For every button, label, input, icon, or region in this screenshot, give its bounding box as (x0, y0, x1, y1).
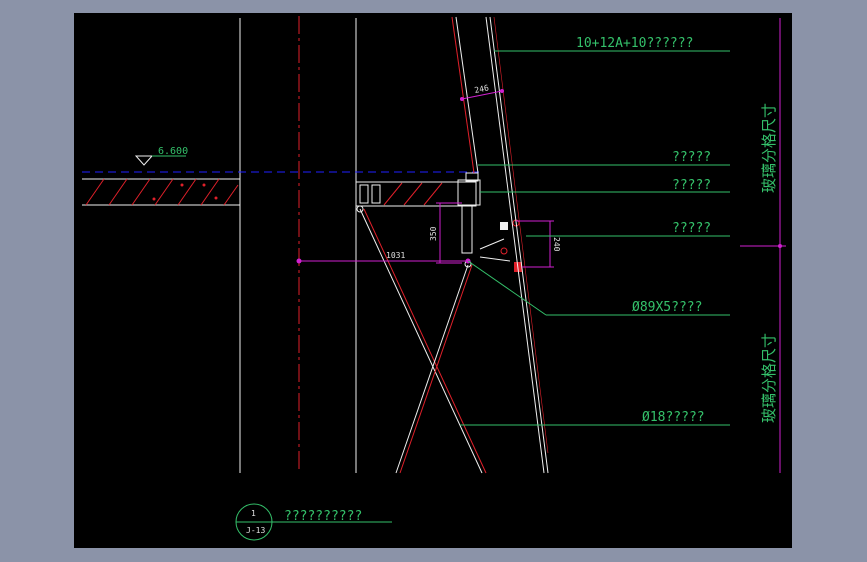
elevation-marker: 6.600 (134, 146, 188, 166)
dim-246-text: 246 (474, 83, 490, 95)
floor-slab (82, 178, 241, 206)
elevation-text: 6.600 (158, 146, 188, 157)
label-3: ????? (672, 221, 711, 236)
pipe-spec-label: Ø89X5???? (632, 300, 702, 315)
dimension-1031: 1031 (296, 251, 471, 264)
label-2: ????? (672, 178, 711, 193)
drawing-viewport[interactable]: 6.600 246 350 1031 240 10+12A+10?????? ?… (74, 13, 792, 548)
detail-sheet: J-13 (246, 526, 265, 535)
label-1: ????? (672, 150, 711, 165)
dimension-240: 240 (516, 220, 561, 268)
vertical-label-top: 玻璃分格尺寸 (760, 103, 778, 193)
cross-bracing (359, 208, 487, 474)
glass-spec-label: 10+12A+10?????? (576, 36, 693, 51)
detail-caption: ?????????? (284, 509, 362, 524)
dim-1031-text: 1031 (386, 251, 405, 260)
glass-panes (451, 16, 549, 474)
vertical-label-bottom: 玻璃分格尺寸 (760, 333, 778, 423)
dimension-350: 350 (429, 202, 462, 264)
dim-350-text: 350 (429, 226, 438, 241)
rod-spec-label: Ø18????? (642, 410, 705, 425)
dim-240-text: 240 (552, 237, 561, 252)
detail-title-block: 1 J-13 ?????????? (235, 503, 392, 541)
leaders (460, 50, 730, 426)
detail-number: 1 (251, 509, 256, 518)
section-drawing: 6.600 246 350 1031 240 10+12A+10?????? ?… (82, 16, 786, 541)
cad-window: 6.600 246 350 1031 240 10+12A+10?????? ?… (0, 0, 867, 562)
